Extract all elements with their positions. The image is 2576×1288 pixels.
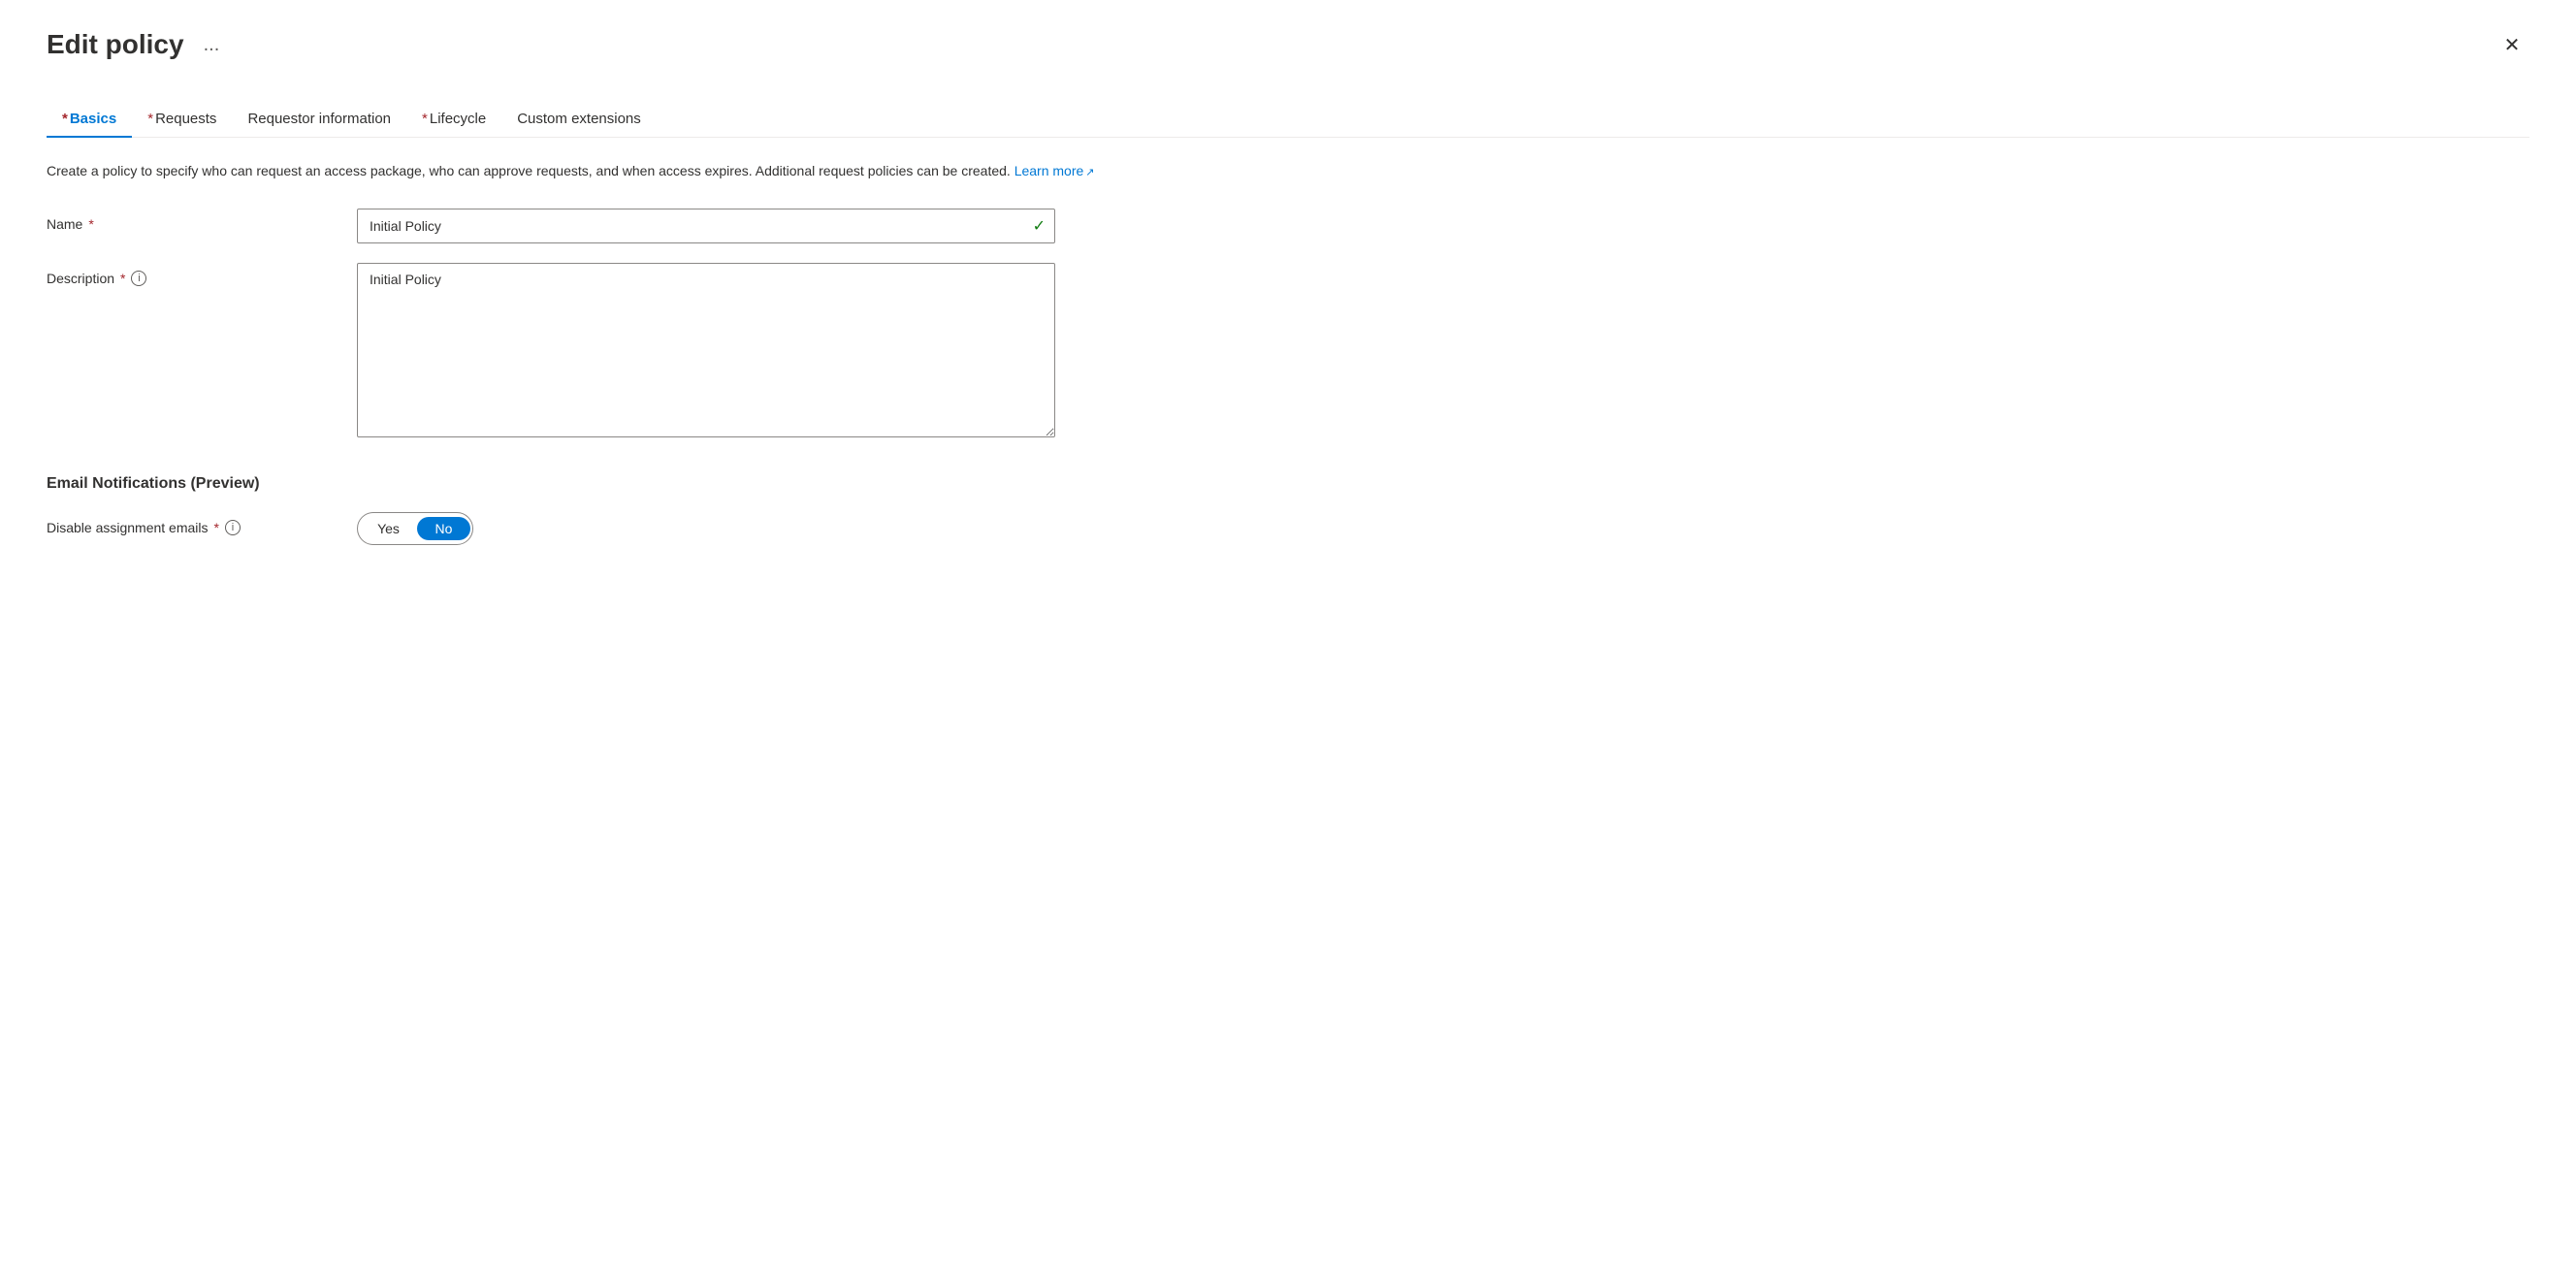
description-textarea[interactable]: Initial Policy — [357, 263, 1055, 437]
tab-basics[interactable]: *Basics — [47, 101, 132, 137]
disable-emails-info-icon[interactable]: i — [225, 520, 241, 535]
header: Edit policy ... ✕ — [47, 27, 2529, 62]
description-row: Description * i Initial Policy — [47, 263, 1113, 440]
tab-requestor-information[interactable]: Requestor information — [232, 101, 406, 137]
description-label: Description * i — [47, 263, 357, 286]
tab-basics-required-star: * — [62, 111, 68, 127]
tab-requests-required-star: * — [147, 111, 153, 127]
name-row: Name * ✓ — [47, 209, 1113, 243]
page-container: Edit policy ... ✕ *Basics *Requests Requ… — [0, 0, 2576, 1288]
name-label: Name * — [47, 209, 357, 232]
tabs-container: *Basics *Requests Requestor information … — [47, 101, 2529, 138]
disable-emails-required-star: * — [214, 520, 219, 535]
disable-emails-toggle[interactable]: Yes No — [357, 512, 473, 545]
toggle-no-option[interactable]: No — [417, 517, 470, 540]
name-field-container: ✓ — [357, 209, 1113, 243]
tab-lifecycle-required-star: * — [422, 111, 428, 127]
name-check-icon: ✓ — [1033, 216, 1046, 236]
tab-description: Create a policy to specify who can reque… — [47, 161, 2529, 181]
disable-emails-row: Disable assignment emails * i Yes No — [47, 512, 1113, 545]
tab-requests[interactable]: *Requests — [132, 101, 232, 137]
external-link-icon: ↗ — [1085, 165, 1094, 181]
tab-lifecycle[interactable]: *Lifecycle — [406, 101, 501, 137]
header-left: Edit policy ... — [47, 29, 227, 60]
tab-custom-extensions[interactable]: Custom extensions — [501, 101, 657, 137]
learn-more-link[interactable]: Learn more↗ — [1014, 163, 1095, 178]
name-input[interactable] — [357, 209, 1055, 243]
email-notifications-heading: Email Notifications (Preview) — [47, 475, 1113, 493]
close-button[interactable]: ✕ — [2495, 27, 2529, 62]
description-field-container: Initial Policy — [357, 263, 1113, 440]
name-required-star: * — [88, 216, 93, 232]
ellipsis-button[interactable]: ... — [196, 30, 228, 60]
disable-emails-control: Yes No — [357, 512, 1113, 545]
description-info-icon[interactable]: i — [131, 271, 146, 286]
disable-emails-label: Disable assignment emails * i — [47, 512, 357, 535]
name-input-wrapper: ✓ — [357, 209, 1055, 243]
toggle-yes-option[interactable]: Yes — [358, 515, 415, 542]
page-title: Edit policy — [47, 29, 184, 60]
form-section: Name * ✓ Description * i Initial Policy … — [47, 209, 1113, 545]
description-required-star: * — [120, 271, 125, 286]
close-icon: ✕ — [2504, 33, 2521, 57]
